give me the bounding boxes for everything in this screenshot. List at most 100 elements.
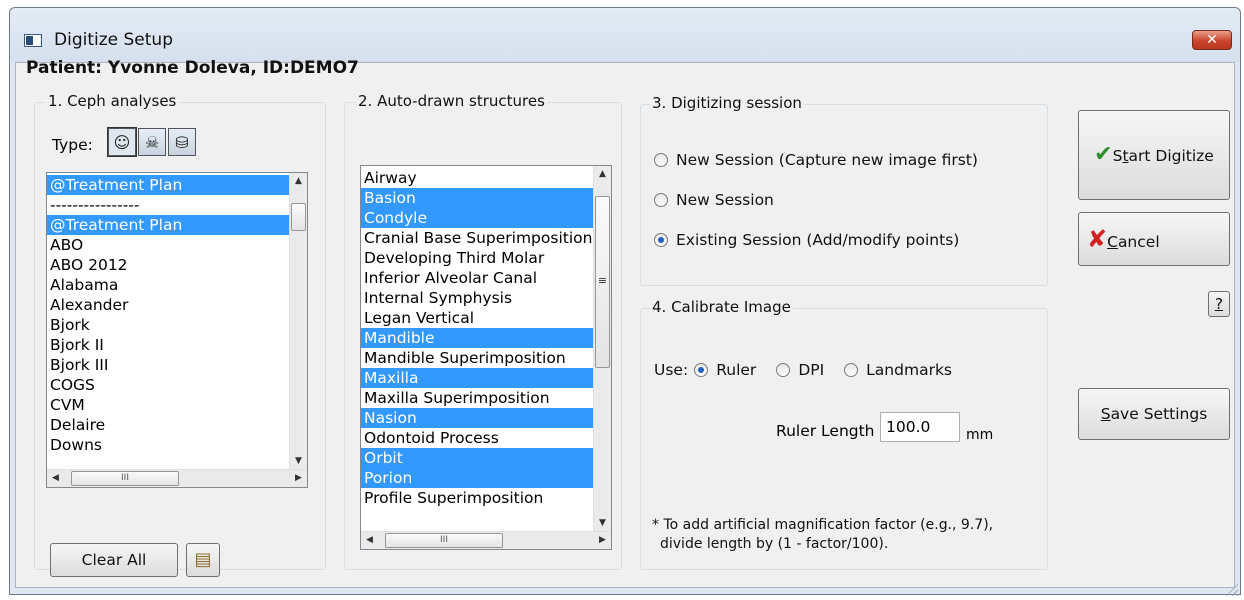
list-item[interactable]: Profile Superimposition — [361, 488, 594, 508]
export-icon[interactable]: ▤ — [186, 543, 220, 577]
magnification-note-line2: divide length by (1 - factor/100). — [660, 536, 889, 552]
radio-button[interactable] — [654, 233, 668, 247]
scroll-thumb[interactable]: III — [385, 533, 503, 548]
list-item[interactable]: Condyle — [361, 208, 594, 228]
calibrate-option-label: DPI — [798, 361, 825, 379]
ruler-length-label: Ruler Length — [776, 422, 875, 440]
scroll-right-icon[interactable]: ▶ — [594, 532, 611, 549]
list-item[interactable]: Bjork II — [47, 335, 290, 355]
scroll-right-icon[interactable]: ▶ — [290, 470, 307, 487]
list-item[interactable]: Maxilla — [361, 368, 594, 388]
session-option[interactable]: Existing Session (Add/modify points) — [654, 230, 978, 250]
calibrate-option[interactable]: Ruler — [694, 361, 756, 379]
list-item[interactable]: Mandible Superimposition — [361, 348, 594, 368]
window-title: Digitize Setup — [54, 30, 173, 50]
list-item[interactable]: Downs — [47, 435, 290, 455]
list-item[interactable]: Nasion — [361, 408, 594, 428]
check-icon: ✔ — [1094, 142, 1113, 167]
structures-horizontal-scrollbar[interactable]: ◀ III ▶ — [361, 531, 611, 549]
scroll-down-icon[interactable]: ▼ — [594, 515, 611, 532]
list-item[interactable]: Delaire — [47, 415, 290, 435]
cancel-x-icon: ✘ — [1087, 225, 1108, 253]
list-item[interactable]: Mandible — [361, 328, 594, 348]
session-option-label: Existing Session (Add/modify points) — [676, 231, 960, 249]
list-item[interactable]: @Treatment Plan — [47, 215, 290, 235]
unit-label: mm — [966, 427, 994, 443]
start-digitize-button[interactable]: ✔Start Digitize — [1078, 110, 1230, 200]
cancel-button[interactable]: ✘Cancel — [1078, 212, 1230, 266]
structures-items: Airway Basion Condyle Cranial Base Superimp… — [361, 166, 594, 508]
scroll-thumb[interactable]: III — [71, 471, 179, 486]
list-item[interactable]: ABO — [47, 235, 290, 255]
use-row: Use: Ruler DPI Landmarks — [654, 361, 972, 379]
close-button[interactable]: ✕ — [1192, 30, 1232, 50]
help-button[interactable]: ? — [1208, 291, 1230, 317]
list-item[interactable]: ABO 2012 — [47, 255, 290, 275]
radio-button[interactable] — [654, 153, 668, 167]
list-item[interactable]: Odontoid Process — [361, 428, 594, 448]
calibrate-options: Ruler DPI Landmarks — [694, 361, 972, 379]
radio-button[interactable] — [654, 193, 668, 207]
list-item[interactable]: Orbit — [361, 448, 594, 468]
ceph-items: @Treatment Plan ---------------- @Treatmen… — [47, 173, 290, 455]
list-item[interactable]: Alabama — [47, 275, 290, 295]
radio-button[interactable] — [694, 363, 709, 377]
list-item[interactable]: COGS — [47, 375, 290, 395]
list-item[interactable]: Legan Vertical — [361, 308, 594, 328]
auto-drawn-label: 2. Auto-drawn structures — [356, 92, 547, 110]
radio-button[interactable] — [844, 363, 859, 377]
scroll-up-icon[interactable]: ▲ — [594, 166, 611, 183]
session-option-label: New Session (Capture new image first) — [676, 151, 978, 169]
scroll-thumb[interactable] — [291, 203, 306, 231]
radio-button[interactable] — [776, 363, 791, 377]
list-item[interactable]: CVM — [47, 395, 290, 415]
list-item[interactable]: Airway — [361, 168, 594, 188]
list-item[interactable]: Bjork III — [47, 355, 290, 375]
list-item[interactable]: ---------------- — [47, 195, 290, 215]
list-item[interactable]: Developing Third Molar — [361, 248, 594, 268]
scroll-up-icon[interactable]: ▲ — [290, 173, 307, 190]
type-buttons: ☺ ☠ ⛁ — [107, 127, 196, 157]
session-label: 3. Digitizing session — [650, 94, 804, 112]
ceph-vertical-scrollbar[interactable]: ▲ ▼ — [289, 173, 307, 470]
list-item[interactable]: Maxilla Superimposition — [361, 388, 594, 408]
ceph-analyses-label: 1. Ceph analyses — [46, 92, 179, 110]
save-settings-button[interactable]: Save Settings — [1078, 388, 1230, 440]
type-label: Type: — [52, 136, 93, 154]
list-item[interactable]: Alexander — [47, 295, 290, 315]
structures-list[interactable]: Airway Basion Condyle Cranial Base Superimp… — [360, 165, 612, 550]
calibrate-option[interactable]: Landmarks — [844, 361, 952, 379]
use-label: Use: — [654, 361, 689, 379]
session-option[interactable]: New Session (Capture new image first) — [654, 150, 978, 170]
face-profile-icon[interactable]: ☺ — [107, 127, 137, 157]
session-option[interactable]: New Session — [654, 190, 978, 210]
list-item[interactable]: Porion — [361, 468, 594, 488]
title-bar[interactable]: Digitize Setup ✕ — [10, 8, 1240, 62]
list-item[interactable]: Basion — [361, 188, 594, 208]
scroll-left-icon[interactable]: ◀ — [361, 532, 378, 549]
structures-vertical-scrollbar[interactable]: ▲ ≡ ▼ — [593, 166, 611, 532]
magnification-note-line1: * To add artificial magnification factor… — [652, 517, 994, 533]
tooth-icon[interactable]: ⛁ — [168, 128, 196, 156]
session-options: New Session (Capture new image first) New… — [654, 150, 978, 270]
ruler-length-input[interactable] — [880, 412, 960, 442]
calibrate-label: 4. Calibrate Image — [650, 298, 793, 316]
list-item[interactable]: Internal Symphysis — [361, 288, 594, 308]
ceph-horizontal-scrollbar[interactable]: ◀ III ▶ — [47, 469, 307, 487]
calibrate-option-label: Ruler — [716, 361, 757, 379]
calibrate-option-label: Landmarks — [866, 361, 952, 379]
session-option-label: New Session — [676, 191, 774, 209]
app-icon — [24, 34, 42, 47]
scroll-down-icon[interactable]: ▼ — [290, 453, 307, 470]
list-item[interactable]: Bjork — [47, 315, 290, 335]
calibrate-option[interactable]: DPI — [776, 361, 824, 379]
list-item[interactable]: @Treatment Plan — [47, 175, 290, 195]
ceph-analyses-list[interactable]: @Treatment Plan ---------------- @Treatmen… — [46, 172, 308, 488]
list-item[interactable]: Inferior Alveolar Canal — [361, 268, 594, 288]
scroll-grip-icon: ≡ — [597, 274, 608, 287]
skull-icon[interactable]: ☠ — [138, 128, 166, 156]
scroll-left-icon[interactable]: ◀ — [47, 470, 64, 487]
patient-label: Patient: Yvonne Doleva, ID:DEMO7 — [26, 58, 359, 78]
clear-all-button[interactable]: Clear All — [50, 543, 178, 577]
list-item[interactable]: Cranial Base Superimposition — [361, 228, 594, 248]
